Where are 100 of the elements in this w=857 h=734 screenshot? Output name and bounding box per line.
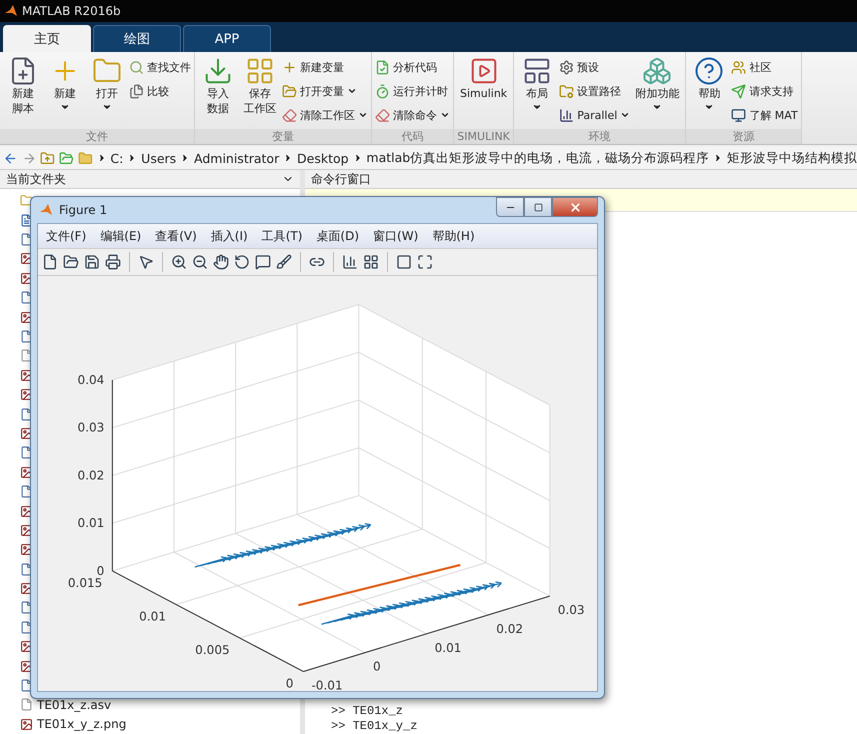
command-line: >> TE01x_y_z [331, 719, 418, 734]
send-icon [731, 84, 746, 98]
ribbon-button[interactable]: 附加功能 [632, 56, 682, 129]
menu-item[interactable]: 窗口(W) [373, 228, 418, 244]
x-tick-label: -0.01 [311, 678, 343, 691]
menu-item[interactable]: 编辑(E) [100, 228, 142, 244]
panel-title: 当前文件夹 [6, 170, 66, 188]
ribbon-tab[interactable]: APP [183, 25, 271, 52]
x-tick-label: 0 [373, 660, 381, 674]
ribbon-button[interactable]: 请求支持 [731, 80, 798, 102]
ribbon-button[interactable]: Parallel [559, 104, 630, 126]
grid-icon [245, 56, 275, 86]
ribbon-button[interactable]: 打开 [87, 56, 127, 129]
rotate-icon[interactable] [234, 254, 250, 270]
bars-icon [559, 108, 574, 122]
brush-icon[interactable] [276, 254, 292, 270]
x-tick-label: 0.02 [496, 622, 524, 636]
path-segment[interactable]: 矩形波导中场结构模拟 [727, 150, 857, 166]
path-segment[interactable]: Administrator [194, 150, 280, 166]
command-line: >> TE01x_z [331, 704, 404, 719]
cubes-icon [642, 56, 672, 86]
ribbon-button[interactable]: 了解 MAT [731, 104, 798, 126]
group-label: 代码 [372, 129, 453, 144]
download-icon [203, 56, 233, 86]
ribbon-tab[interactable]: 绘图 [93, 25, 181, 52]
ribbon-button[interactable]: 清除命令 [375, 104, 450, 126]
ribbon-button[interactable]: 社区 [731, 56, 798, 78]
monitor-icon [731, 108, 746, 122]
zoom-out-icon[interactable] [192, 254, 208, 270]
y-tick-label: 0 [286, 676, 294, 691]
menu-item[interactable]: 工具(T) [262, 228, 302, 244]
ribbon-button[interactable]: 布局 [517, 56, 558, 129]
ribbon-button[interactable]: 比较 [129, 80, 191, 102]
z-tick-label: 0.04 [78, 372, 104, 387]
ribbon-button[interactable]: 打开变量 [282, 80, 368, 102]
ribbon-button[interactable]: 新建 [45, 56, 85, 129]
eraser-icon [282, 108, 297, 122]
documents-icon [129, 84, 144, 98]
ribbon-button[interactable]: 查找文件 [129, 56, 191, 78]
path-segment[interactable]: C: [110, 150, 124, 166]
group-label: 资源 [686, 129, 801, 144]
folder-icon [559, 84, 574, 98]
y-tick-label: 0.01 [139, 610, 166, 624]
panel-title: 命令行窗口 [311, 170, 371, 188]
forward-icon[interactable] [22, 150, 36, 166]
menu-item[interactable]: 帮助(H) [432, 228, 475, 244]
save-icon[interactable] [84, 254, 100, 270]
help-icon [694, 56, 724, 86]
folder-icon[interactable] [63, 254, 79, 270]
ribbon-button[interactable]: 帮助 [689, 56, 730, 129]
x-tick-label: 0.03 [558, 603, 585, 618]
z-tick-label: 0 [96, 564, 104, 578]
menu-item[interactable]: 插入(I) [210, 228, 248, 244]
ribbon-button[interactable]: 新建 脚本 [3, 56, 43, 129]
ribbon-button[interactable]: Simulink [457, 56, 510, 129]
eraser-icon [375, 108, 390, 122]
ribbon-button[interactable]: 清除工作区 [282, 104, 368, 126]
close-button[interactable] [552, 197, 598, 217]
folder-icon [282, 84, 297, 98]
folder-icon [78, 150, 93, 166]
file-name[interactable]: TE01x_z.asv [37, 698, 112, 712]
menu-item[interactable]: 文件(F) [46, 228, 86, 244]
people-icon [731, 60, 746, 74]
zoom-in-icon[interactable] [171, 254, 187, 270]
ribbon-button[interactable]: 运行并计时 [375, 80, 450, 102]
folder-up-icon[interactable] [40, 150, 56, 166]
path-segment[interactable]: matlab仿真出矩形波导中的电场，电流，磁场分布源码程序 [366, 150, 710, 166]
y-tick-label: 0.015 [68, 576, 102, 590]
group-label: 变量 [195, 129, 371, 144]
path-segment[interactable]: Users [141, 150, 176, 166]
path-segment[interactable]: Desktop [297, 150, 349, 166]
z-tick-label: 0.03 [78, 420, 104, 435]
file-name[interactable]: TE01x_y_z.png [37, 717, 126, 732]
frame-icon[interactable] [417, 254, 433, 270]
menu-item[interactable]: 查看(V) [155, 228, 197, 244]
ribbon-tab[interactable]: 主页 [3, 25, 91, 52]
ribbon-button[interactable]: 导入 数据 [198, 56, 238, 129]
menu-item[interactable]: 桌面(D) [316, 228, 360, 244]
search-icon [129, 60, 144, 74]
square-icon[interactable] [396, 254, 412, 270]
print-icon[interactable] [105, 254, 121, 270]
group-label: 文件 [0, 129, 194, 144]
z-tick-label: 0.01 [78, 516, 104, 530]
new-file-icon[interactable] [42, 254, 58, 270]
pointer-icon[interactable] [138, 254, 154, 270]
ribbon-button[interactable]: 预设 [559, 56, 630, 78]
layout-icon [522, 56, 552, 86]
group-label: 环境 [514, 129, 686, 144]
hand-icon[interactable] [213, 254, 229, 270]
back-icon[interactable] [3, 150, 18, 166]
plus-icon [282, 60, 297, 74]
settings-icon [559, 60, 574, 74]
maximize-button[interactable] [524, 197, 552, 217]
ribbon-button[interactable]: 设置路径 [559, 80, 630, 102]
group-label: SIMULINK [454, 129, 514, 144]
ribbon-button[interactable]: 新建变量 [282, 56, 368, 78]
matlab-logo-icon [4, 4, 18, 18]
ribbon-button[interactable]: 保存 工作区 [240, 56, 280, 129]
ribbon-button[interactable]: 分析代码 [375, 56, 450, 78]
browse-folder-icon[interactable] [59, 150, 74, 166]
